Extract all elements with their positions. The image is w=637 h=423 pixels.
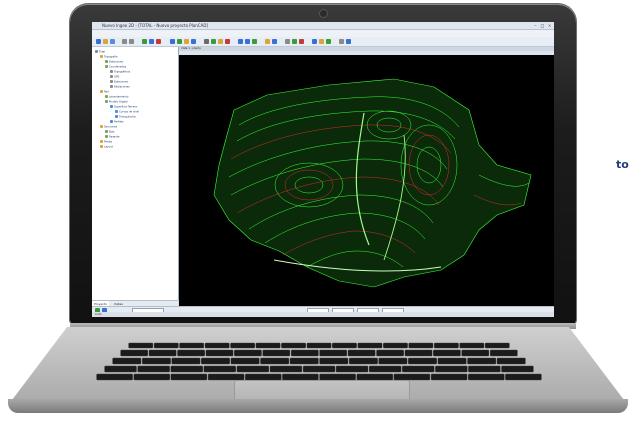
keyboard-key [319, 349, 348, 357]
laptop-front-edge [8, 399, 628, 413]
keyboard-key [291, 349, 319, 357]
keyboard-key [137, 365, 170, 373]
laptop-scene: Nuevo Ingeo 2D - [TOTAL - Nuevo proyecto… [0, 0, 637, 423]
keyboard-key [179, 342, 204, 349]
keyboard-key [467, 357, 497, 365]
keyboard-key [437, 357, 467, 365]
keyboard-key [357, 342, 383, 349]
keyboard-key [461, 349, 490, 357]
keyboard-key [128, 342, 154, 349]
keyboard-key [120, 349, 148, 357]
keyboard-key [335, 365, 369, 373]
keyboard-key [260, 357, 290, 365]
keyboard-key [204, 342, 230, 349]
keyboard-key [347, 349, 376, 357]
keyboard-key [378, 357, 408, 365]
keyboard-key [433, 349, 461, 357]
keyboard-key [383, 342, 408, 349]
keyboard-key [170, 373, 208, 381]
keyboard-key [459, 342, 485, 349]
keyboard-key [349, 357, 378, 365]
keyboard-key [201, 357, 230, 365]
keyboard-key [255, 342, 281, 349]
keyboard-key [133, 373, 171, 381]
keyboard-key [484, 342, 510, 349]
keyboard [96, 342, 542, 381]
keyboard-key [369, 365, 402, 373]
keyboard-key [404, 349, 433, 357]
keyboard-key [430, 373, 468, 381]
keyboard-key [148, 349, 177, 357]
keyboard-key [468, 373, 505, 381]
keyboard-key [435, 365, 468, 373]
keyboard-key [104, 365, 137, 373]
keyboard-key [269, 365, 303, 373]
keyboard-key [171, 357, 201, 365]
keyboard-key [289, 357, 319, 365]
keyboard-key [153, 342, 179, 349]
keyboard-key [501, 365, 534, 373]
keyboard-key [281, 342, 306, 349]
keyboard-key [112, 357, 142, 365]
keyboard-key [141, 357, 171, 365]
keyboard-key [496, 357, 526, 365]
keyboard-key [434, 342, 459, 349]
keyboard-key [332, 342, 357, 349]
keyboard-key [230, 357, 260, 365]
keyboard-key [505, 373, 542, 381]
keyboard-key [230, 342, 255, 349]
keyboard-key [319, 357, 349, 365]
keyboard-key [234, 349, 262, 357]
keyboard-key [302, 365, 336, 373]
keyboard-key [170, 365, 203, 373]
keyboard-key [306, 342, 332, 349]
keyboard-key [490, 349, 518, 357]
keyboard-key [205, 349, 234, 357]
keyboard-key [408, 357, 437, 365]
keyboard-key [402, 365, 435, 373]
side-text: to [616, 158, 629, 171]
keyboard-key [203, 365, 236, 373]
keyboard-key [236, 365, 269, 373]
keyboard-key [177, 349, 205, 357]
keyboard-key [96, 373, 133, 381]
keyboard-key [468, 365, 501, 373]
keyboard-key [408, 342, 434, 349]
keyboard-key [262, 349, 291, 357]
keyboard-key [376, 349, 404, 357]
